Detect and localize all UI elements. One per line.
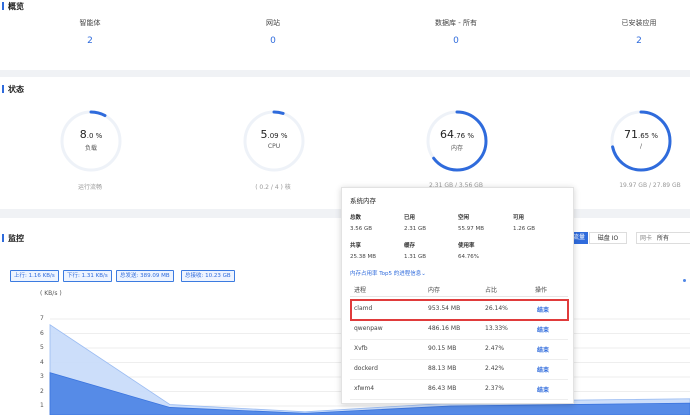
- process-name: Xvfb: [354, 345, 368, 352]
- stat-label: 缓存: [404, 243, 416, 249]
- popup-title: 系统内存: [350, 197, 376, 205]
- stat-label: 已用: [404, 215, 416, 221]
- process-percent: 2.42%: [485, 365, 505, 372]
- end-process-button[interactable]: 结束: [537, 345, 549, 354]
- stat-value: 1.26 GB: [513, 226, 536, 232]
- process-row: qwenpaw 486.16 MB 13.33% 结束: [350, 319, 568, 340]
- process-row: dockerd 88.13 MB 2.42% 结束: [350, 359, 568, 380]
- stat-label: 空闲: [458, 215, 470, 221]
- end-process-button[interactable]: 结束: [537, 325, 549, 334]
- process-percent: 13.33%: [485, 325, 508, 332]
- end-process-button[interactable]: 结束: [537, 385, 549, 394]
- stat-value: 25.38 MB: [350, 254, 377, 260]
- stat-value: 1.31 GB: [404, 254, 427, 260]
- header-divider: [350, 296, 568, 297]
- chevron-down-icon: ⌄: [421, 271, 426, 277]
- end-process-button[interactable]: 结束: [537, 365, 549, 374]
- top5-process-link[interactable]: 内存占用率 Top5 的进程信息⌄: [350, 269, 426, 277]
- highlight-box: [350, 299, 569, 321]
- stat-value: 64.76%: [458, 254, 479, 260]
- process-row: xfwm4 86.43 MB 2.37% 结束: [350, 379, 568, 400]
- stat-label: 使用率: [458, 243, 475, 249]
- stat-value: 3.56 GB: [350, 226, 373, 232]
- process-memory: 86.43 MB: [428, 385, 457, 392]
- process-name: dockerd: [354, 365, 378, 372]
- process-percent: 2.37%: [485, 385, 505, 392]
- process-memory: 88.13 MB: [428, 365, 457, 372]
- header-percent: 占比: [485, 287, 498, 294]
- process-memory: 486.16 MB: [428, 325, 461, 332]
- stat-label: 总数: [350, 215, 362, 221]
- stat-value: 55.97 MB: [458, 226, 485, 232]
- stat-label: 共享: [350, 243, 362, 249]
- memory-popup: 系统内存 总数 3.56 GB 已用 2.31 GB 空闲 55.97 MB 可…: [341, 187, 574, 404]
- process-percent: 2.47%: [485, 345, 505, 352]
- top5-process-link-label: 内存占用率 Top5 的进程信息: [350, 271, 422, 277]
- stat-label: 可用: [513, 215, 525, 221]
- process-memory: 90.15 MB: [428, 345, 457, 352]
- process-name: xfwm4: [354, 385, 375, 392]
- header-process: 进程: [354, 287, 367, 294]
- process-name: qwenpaw: [354, 325, 383, 332]
- header-action: 操作: [535, 287, 548, 294]
- header-memory: 内存: [428, 287, 441, 294]
- process-row: Xvfb 90.15 MB 2.47% 结束: [350, 339, 568, 360]
- stat-value: 2.31 GB: [404, 226, 427, 232]
